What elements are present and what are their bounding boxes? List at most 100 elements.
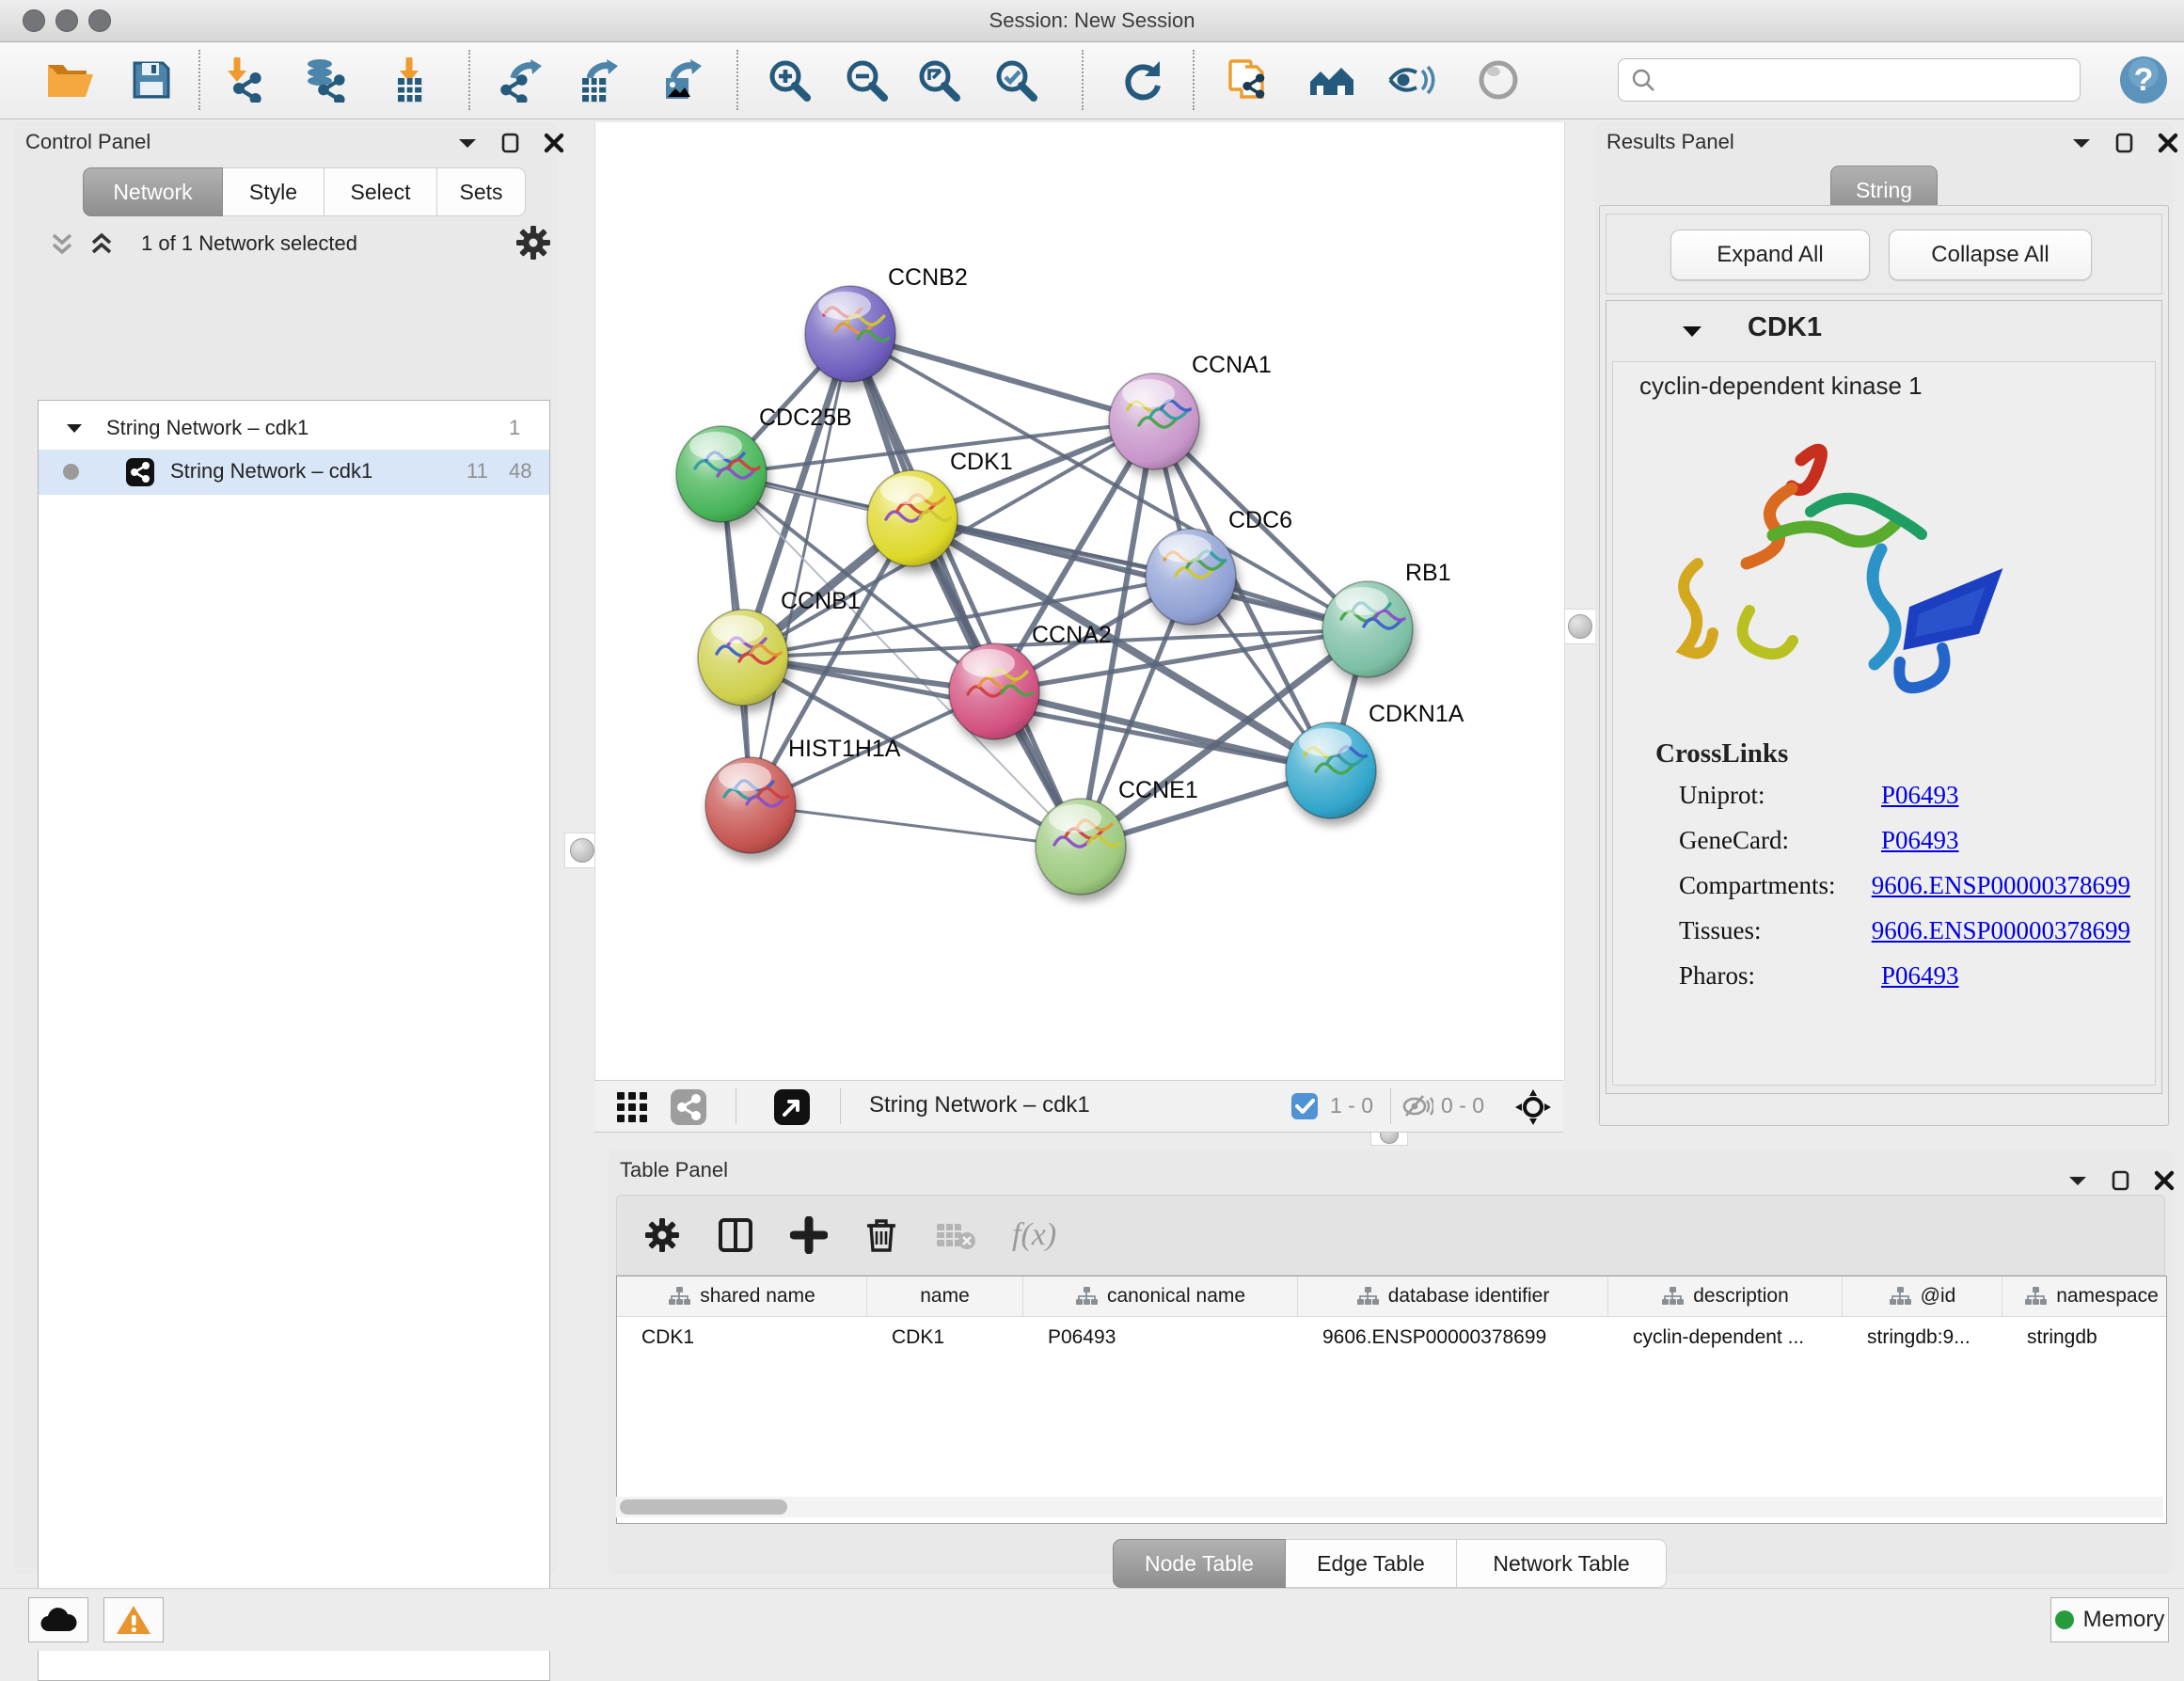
birdseye-grid-icon[interactable]	[615, 1090, 649, 1124]
table-horizontal-scrollbar[interactable]	[616, 1497, 2163, 1517]
tab-node-table[interactable]: Node Table	[1113, 1539, 1286, 1588]
column-header-description[interactable]: description	[1608, 1277, 1843, 1316]
zoom-out-button[interactable]	[838, 52, 894, 108]
entry-expander-icon[interactable]	[1680, 320, 1704, 344]
refresh-icon	[1120, 57, 1165, 103]
node-CDC6[interactable]	[1146, 529, 1236, 625]
table-cell[interactable]: stringdb:9...	[1843, 1317, 2002, 1358]
export-network-button[interactable]	[493, 52, 549, 108]
node-CCNE1[interactable]	[1036, 799, 1126, 895]
column-header-database-identifier[interactable]: database identifier	[1298, 1277, 1608, 1316]
float-panel-icon[interactable]	[456, 132, 479, 154]
column-header-shared-name[interactable]: shared name	[617, 1277, 867, 1316]
edge-CDK1-RB1[interactable]	[912, 518, 1368, 629]
close-panel-icon[interactable]	[2153, 1169, 2176, 1192]
maximize-panel-icon[interactable]	[499, 132, 522, 154]
open-in-window-icon[interactable]	[773, 1088, 811, 1126]
zoom-selected-button[interactable]	[988, 52, 1044, 108]
scrollbar-thumb[interactable]	[620, 1499, 787, 1514]
table-cell[interactable]: P06493	[1023, 1317, 1298, 1358]
network-row-selected[interactable]: String Network – cdk1 11 48	[39, 450, 549, 495]
maximize-panel-icon[interactable]	[2110, 1169, 2132, 1192]
node-CDK1[interactable]	[867, 470, 957, 566]
node-CCNA2[interactable]	[949, 643, 1039, 739]
right-splitter-handle[interactable]	[1562, 609, 1598, 644]
export-table-button[interactable]	[569, 52, 625, 108]
memory-button[interactable]: Memory	[2050, 1597, 2169, 1642]
table-cell[interactable]: CDK1	[617, 1317, 867, 1358]
node-label-RB1: RB1	[1405, 560, 1451, 586]
import-network-database-button[interactable]	[297, 52, 354, 108]
node-RB1[interactable]	[1322, 581, 1413, 677]
search-box[interactable]	[1618, 58, 2081, 102]
node-HIST1H1A[interactable]	[705, 757, 796, 853]
edge-CCNB2-CCNE1[interactable]	[850, 334, 1081, 847]
network-canvas[interactable]: CCNB2 CCNA1 CDC25B CDK1 CDC6 RB1 CCNB1 C…	[594, 122, 1565, 1080]
node-CCNA1[interactable]	[1109, 373, 1199, 469]
table-cell[interactable]: CDK1	[867, 1317, 1023, 1358]
crosslink-link[interactable]: P06493	[1881, 961, 1959, 991]
close-panel-icon[interactable]	[543, 132, 565, 154]
network-from-clipboard-button[interactable]	[1219, 52, 1275, 108]
network-options-gear-icon[interactable]	[514, 224, 552, 262]
delete-column-icon[interactable]	[863, 1216, 899, 1254]
node-CDKN1A[interactable]	[1286, 722, 1376, 818]
add-column-icon[interactable]	[790, 1216, 828, 1254]
table-row[interactable]: CDK1CDK1P064939606.ENSP00000378699cyclin…	[617, 1317, 2166, 1358]
tab-style[interactable]: Style	[223, 167, 324, 216]
table-cell[interactable]: 9606.ENSP00000378699	[1298, 1317, 1608, 1358]
table-options-gear-icon[interactable]	[643, 1216, 681, 1254]
expand-all-button[interactable]: Expand All	[1670, 230, 1870, 280]
column-header-canonical-name[interactable]: canonical name	[1023, 1277, 1298, 1316]
close-panel-icon[interactable]	[2157, 132, 2179, 154]
zoom-fit-button[interactable]	[910, 52, 967, 108]
column-header-namespace[interactable]: namespace	[2002, 1277, 2167, 1316]
selected-checkbox-icon[interactable]	[1290, 1092, 1319, 1120]
home-button[interactable]	[1303, 52, 1359, 108]
export-image-button[interactable]	[653, 52, 709, 108]
tab-network-table[interactable]: Network Table	[1457, 1539, 1667, 1588]
save-session-button[interactable]	[123, 52, 180, 108]
open-session-button[interactable]	[41, 52, 98, 108]
help-button[interactable]: ?	[2115, 52, 2172, 108]
warnings-button[interactable]	[103, 1597, 164, 1642]
hidden-eye-icon[interactable]	[1401, 1092, 1433, 1120]
float-panel-icon[interactable]	[2070, 132, 2093, 154]
show-columns-icon[interactable]	[717, 1216, 754, 1254]
table-cell[interactable]: stringdb	[2002, 1317, 2167, 1358]
cloud-button[interactable]	[28, 1597, 88, 1642]
share-view-icon[interactable]	[670, 1088, 707, 1126]
tab-network[interactable]: Network	[83, 167, 223, 216]
import-network-button[interactable]	[218, 52, 275, 108]
node-CDC25B[interactable]	[676, 426, 767, 522]
show-graphics-details-button[interactable]	[1383, 52, 1439, 108]
collection-expander-icon[interactable]	[65, 420, 84, 438]
edge-HIST1H1A-CCNE1[interactable]	[751, 805, 1081, 847]
crosslink-label: GeneCard:	[1679, 826, 1881, 855]
table-cell[interactable]: cyclin-dependent ...	[1608, 1317, 1843, 1358]
network-collection-row[interactable]: String Network – cdk1 1	[39, 408, 549, 450]
import-table-button[interactable]	[385, 52, 441, 108]
search-input[interactable]	[1656, 67, 2055, 93]
column-header-id[interactable]: @id	[1843, 1277, 2002, 1316]
maximize-panel-icon[interactable]	[2113, 132, 2136, 154]
crosslink-link[interactable]: P06493	[1881, 781, 1959, 810]
tab-edge-table[interactable]: Edge Table	[1286, 1539, 1457, 1588]
results-panel: Results Panel String Expand All Collapse…	[1595, 122, 2173, 1124]
refresh-button[interactable]	[1115, 52, 1171, 108]
tab-select[interactable]: Select	[324, 167, 437, 216]
float-panel-icon[interactable]	[2066, 1169, 2089, 1192]
fit-selected-crosshair-icon[interactable]	[1514, 1088, 1552, 1126]
crosslink-link[interactable]: 9606.ENSP00000378699	[1872, 871, 2130, 900]
crosslink-link[interactable]: 9606.ENSP00000378699	[1872, 916, 2130, 945]
highlight-button[interactable]	[1470, 52, 1527, 108]
edge-CCNB2-CCNA1[interactable]	[850, 334, 1154, 421]
control-panel: Control Panel NetworkStyleSelectSets 1 o…	[14, 122, 557, 1574]
tab-sets[interactable]: Sets	[437, 167, 526, 216]
crosslink-link[interactable]: P06493	[1881, 826, 1959, 855]
column-header-name[interactable]: name	[867, 1277, 1023, 1316]
collapse-all-button[interactable]: Collapse All	[1889, 230, 2092, 280]
zoom-in-button[interactable]	[761, 52, 817, 108]
node-CCNB1[interactable]	[698, 610, 788, 706]
node-CCNB2[interactable]	[805, 286, 895, 382]
